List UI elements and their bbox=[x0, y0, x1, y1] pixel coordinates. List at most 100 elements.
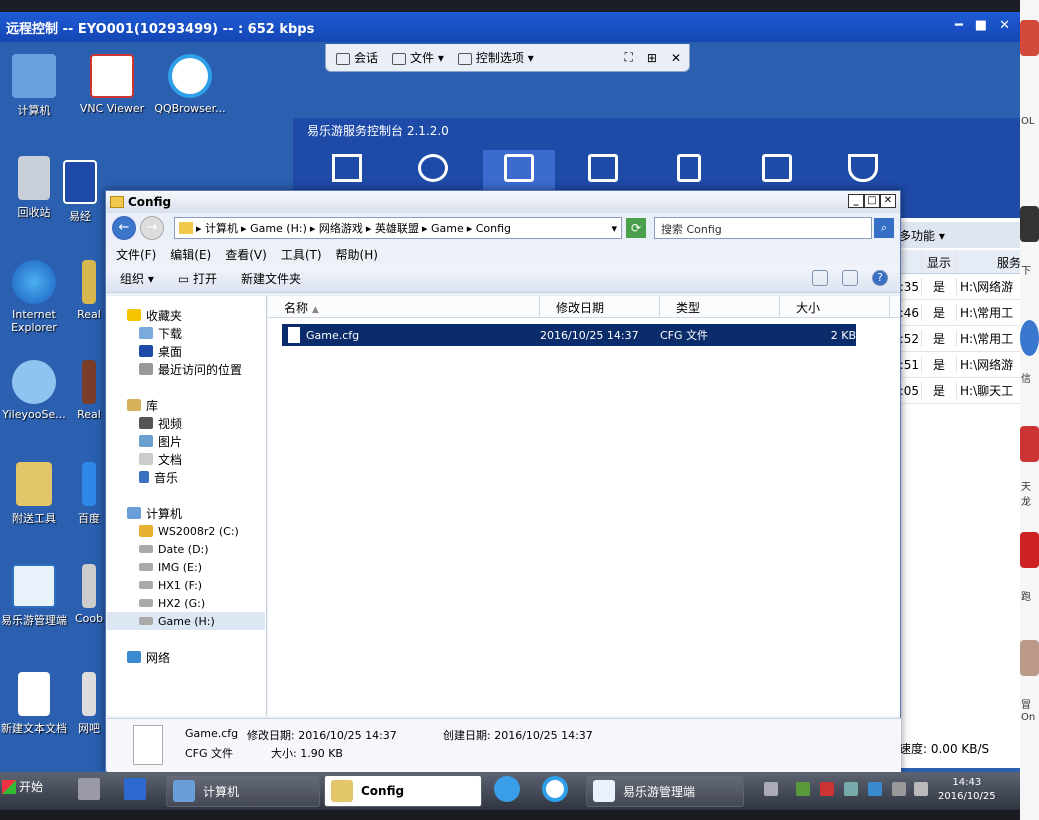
table-row[interactable]: :46 是 H:\常用工 bbox=[899, 300, 1020, 326]
app-icon bbox=[1020, 426, 1039, 462]
powershell-icon[interactable] bbox=[124, 778, 146, 800]
organize-button[interactable]: 组织 ▾ bbox=[120, 270, 154, 287]
desktop-icon-baidu[interactable]: 百度 bbox=[72, 462, 106, 526]
desktop-icon-ie[interactable]: Internet Explorer bbox=[0, 260, 74, 334]
vnc-icon bbox=[90, 54, 134, 98]
breadcrumb-item[interactable]: ▸ 英雄联盟 bbox=[366, 220, 419, 236]
desktop-icon-yileyoo[interactable]: YileyooSe... bbox=[0, 360, 74, 421]
toolbar-close-icon[interactable]: ✕ bbox=[671, 51, 681, 65]
open-button[interactable]: ▭ 打开 bbox=[178, 270, 217, 287]
console-more-functions[interactable]: 多功能 ▾ bbox=[893, 222, 1020, 248]
menu-help[interactable]: 帮助(H) bbox=[336, 246, 378, 263]
breadcrumb-item[interactable]: ▸ Config bbox=[467, 222, 511, 235]
explorer-maximize-button[interactable]: □ bbox=[864, 194, 880, 208]
breadcrumb-item[interactable]: ▸ Game bbox=[422, 222, 464, 235]
shield-icon bbox=[848, 154, 878, 182]
app-icon bbox=[82, 360, 96, 404]
clock[interactable]: 14:43 2016/10/25 bbox=[938, 776, 996, 804]
desktop-icon-real1[interactable]: Real bbox=[72, 260, 106, 321]
address-bar[interactable]: ▸ 计算机 ▸ Game (H:) ▸ 网络游戏 ▸ 英雄联盟 ▸ Game ▸… bbox=[174, 217, 622, 239]
help-icon[interactable]: ? bbox=[872, 270, 888, 286]
search-icon[interactable]: ⌕ bbox=[874, 218, 894, 238]
preview-pane-icon[interactable] bbox=[842, 270, 858, 286]
server-manager-icon[interactable] bbox=[78, 778, 100, 800]
breadcrumb-item[interactable]: ▸ 计算机 bbox=[196, 220, 238, 236]
nav-music[interactable]: 音乐 bbox=[139, 468, 178, 486]
tray-app-icon[interactable] bbox=[796, 782, 810, 796]
nav-network[interactable]: 网络 bbox=[127, 648, 170, 666]
file-row[interactable]: Game.cfg 2016/10/25 14:37 CFG 文件 2 KB bbox=[282, 324, 856, 346]
forward-button[interactable]: → bbox=[140, 216, 164, 240]
menu-view[interactable]: 查看(V) bbox=[225, 246, 267, 263]
desktop-icon-yileyou-admin[interactable]: 易乐游管理端 bbox=[0, 564, 74, 628]
computer-icon bbox=[12, 54, 56, 98]
baidu-cloud-icon[interactable] bbox=[494, 776, 520, 802]
column-size[interactable]: 大小 bbox=[780, 296, 890, 317]
table-row[interactable]: :05 是 H:\聊天工 bbox=[899, 378, 1020, 404]
desktop-icon-vnc[interactable]: VNC Viewer bbox=[72, 54, 152, 115]
table-row[interactable]: :52 是 H:\常用工 bbox=[899, 326, 1020, 352]
column-modified[interactable]: 修改日期 bbox=[540, 296, 660, 317]
tray-app-icon[interactable] bbox=[868, 782, 882, 796]
chevron-down-icon[interactable]: ▾ bbox=[611, 222, 617, 235]
close-button[interactable]: ✕ bbox=[999, 18, 1010, 33]
nav-drive-f[interactable]: HX1 (F:) bbox=[139, 576, 202, 594]
column-name[interactable]: 名称 ▲ bbox=[268, 296, 540, 317]
nav-videos[interactable]: 视频 bbox=[139, 414, 182, 432]
breadcrumb-item[interactable]: ▸ Game (H:) bbox=[241, 222, 307, 235]
nav-drive-h[interactable]: Game (H:) bbox=[107, 612, 265, 630]
keyboard-icon[interactable] bbox=[764, 782, 778, 796]
table-row[interactable]: :35 是 H:\网络游 bbox=[899, 274, 1020, 300]
nav-recent[interactable]: 最近访问的位置 bbox=[139, 360, 242, 378]
back-button[interactable]: ← bbox=[112, 216, 136, 240]
desktop-icon-yijing[interactable]: 易经 bbox=[60, 160, 100, 224]
network-tray-icon[interactable] bbox=[892, 782, 906, 796]
nav-desktop[interactable]: 桌面 bbox=[139, 342, 182, 360]
tray-app-icon[interactable] bbox=[844, 782, 858, 796]
desktop-icon-qqbrowser[interactable]: QQBrowser... bbox=[150, 54, 230, 115]
control-options-button[interactable]: 控制选项 ▾ bbox=[457, 49, 534, 66]
volume-icon[interactable] bbox=[914, 782, 928, 796]
qqbrowser-icon[interactable] bbox=[542, 776, 568, 802]
taskbar-item-yileyou[interactable]: 易乐游管理端 bbox=[586, 775, 744, 807]
desktop-icon-wangba[interactable]: 网吧 bbox=[72, 672, 106, 736]
pin-icon[interactable]: ⊞ bbox=[647, 51, 657, 65]
nav-pictures[interactable]: 图片 bbox=[139, 432, 182, 450]
nav-drive-c[interactable]: WS2008r2 (C:) bbox=[139, 522, 239, 540]
desktop-icon-newtext[interactable]: 新建文本文档 bbox=[0, 672, 74, 736]
desktop-icon-coob[interactable]: Coob bbox=[72, 564, 106, 625]
taskbar-item-config[interactable]: Config bbox=[324, 775, 482, 807]
explorer-minimize-button[interactable]: _ bbox=[848, 194, 864, 208]
minimize-button[interactable]: ━ bbox=[955, 18, 963, 33]
nav-documents[interactable]: 文档 bbox=[139, 450, 182, 468]
desktop-icon-tools[interactable]: 附送工具 bbox=[0, 462, 74, 526]
file-menu-button[interactable]: 文件 ▾ bbox=[392, 49, 444, 66]
fullscreen-icon[interactable]: ⛶ bbox=[624, 50, 632, 65]
chat-button[interactable]: 会话 bbox=[336, 49, 378, 66]
vnc-tray-icon[interactable] bbox=[820, 782, 834, 796]
desktop-icon-computer[interactable]: 计算机 bbox=[0, 54, 74, 118]
taskbar-item-computer[interactable]: 计算机 bbox=[166, 775, 320, 807]
nav-favorites[interactable]: 收藏夹 bbox=[127, 306, 182, 324]
details-size: 大小: 1.90 KB bbox=[271, 747, 343, 760]
nav-drive-e[interactable]: IMG (E:) bbox=[139, 558, 202, 576]
maximize-button[interactable]: ■ bbox=[975, 18, 987, 33]
menu-tools[interactable]: 工具(T) bbox=[281, 246, 322, 263]
nav-computer[interactable]: 计算机 bbox=[127, 504, 182, 522]
desktop-icon-real2[interactable]: Real bbox=[72, 360, 106, 421]
view-options-icon[interactable] bbox=[812, 270, 828, 286]
column-type[interactable]: 类型 bbox=[660, 296, 780, 317]
nav-drive-g[interactable]: HX2 (G:) bbox=[139, 594, 205, 612]
explorer-close-button[interactable]: ✕ bbox=[880, 194, 896, 208]
nav-libraries[interactable]: 库 bbox=[127, 396, 158, 414]
start-button[interactable]: 开始 bbox=[2, 778, 43, 795]
nav-drive-d[interactable]: Date (D:) bbox=[139, 540, 209, 558]
breadcrumb-item[interactable]: ▸ 网络游戏 bbox=[310, 220, 363, 236]
nav-downloads[interactable]: 下载 bbox=[139, 324, 182, 342]
search-input[interactable]: 搜索 Config bbox=[654, 217, 872, 239]
table-row[interactable]: :51 是 H:\网络游 bbox=[899, 352, 1020, 378]
new-folder-button[interactable]: 新建文件夹 bbox=[241, 270, 301, 287]
menu-file[interactable]: 文件(F) bbox=[116, 246, 156, 263]
menu-edit[interactable]: 编辑(E) bbox=[170, 246, 211, 263]
refresh-button[interactable]: ⟳ bbox=[626, 218, 646, 238]
